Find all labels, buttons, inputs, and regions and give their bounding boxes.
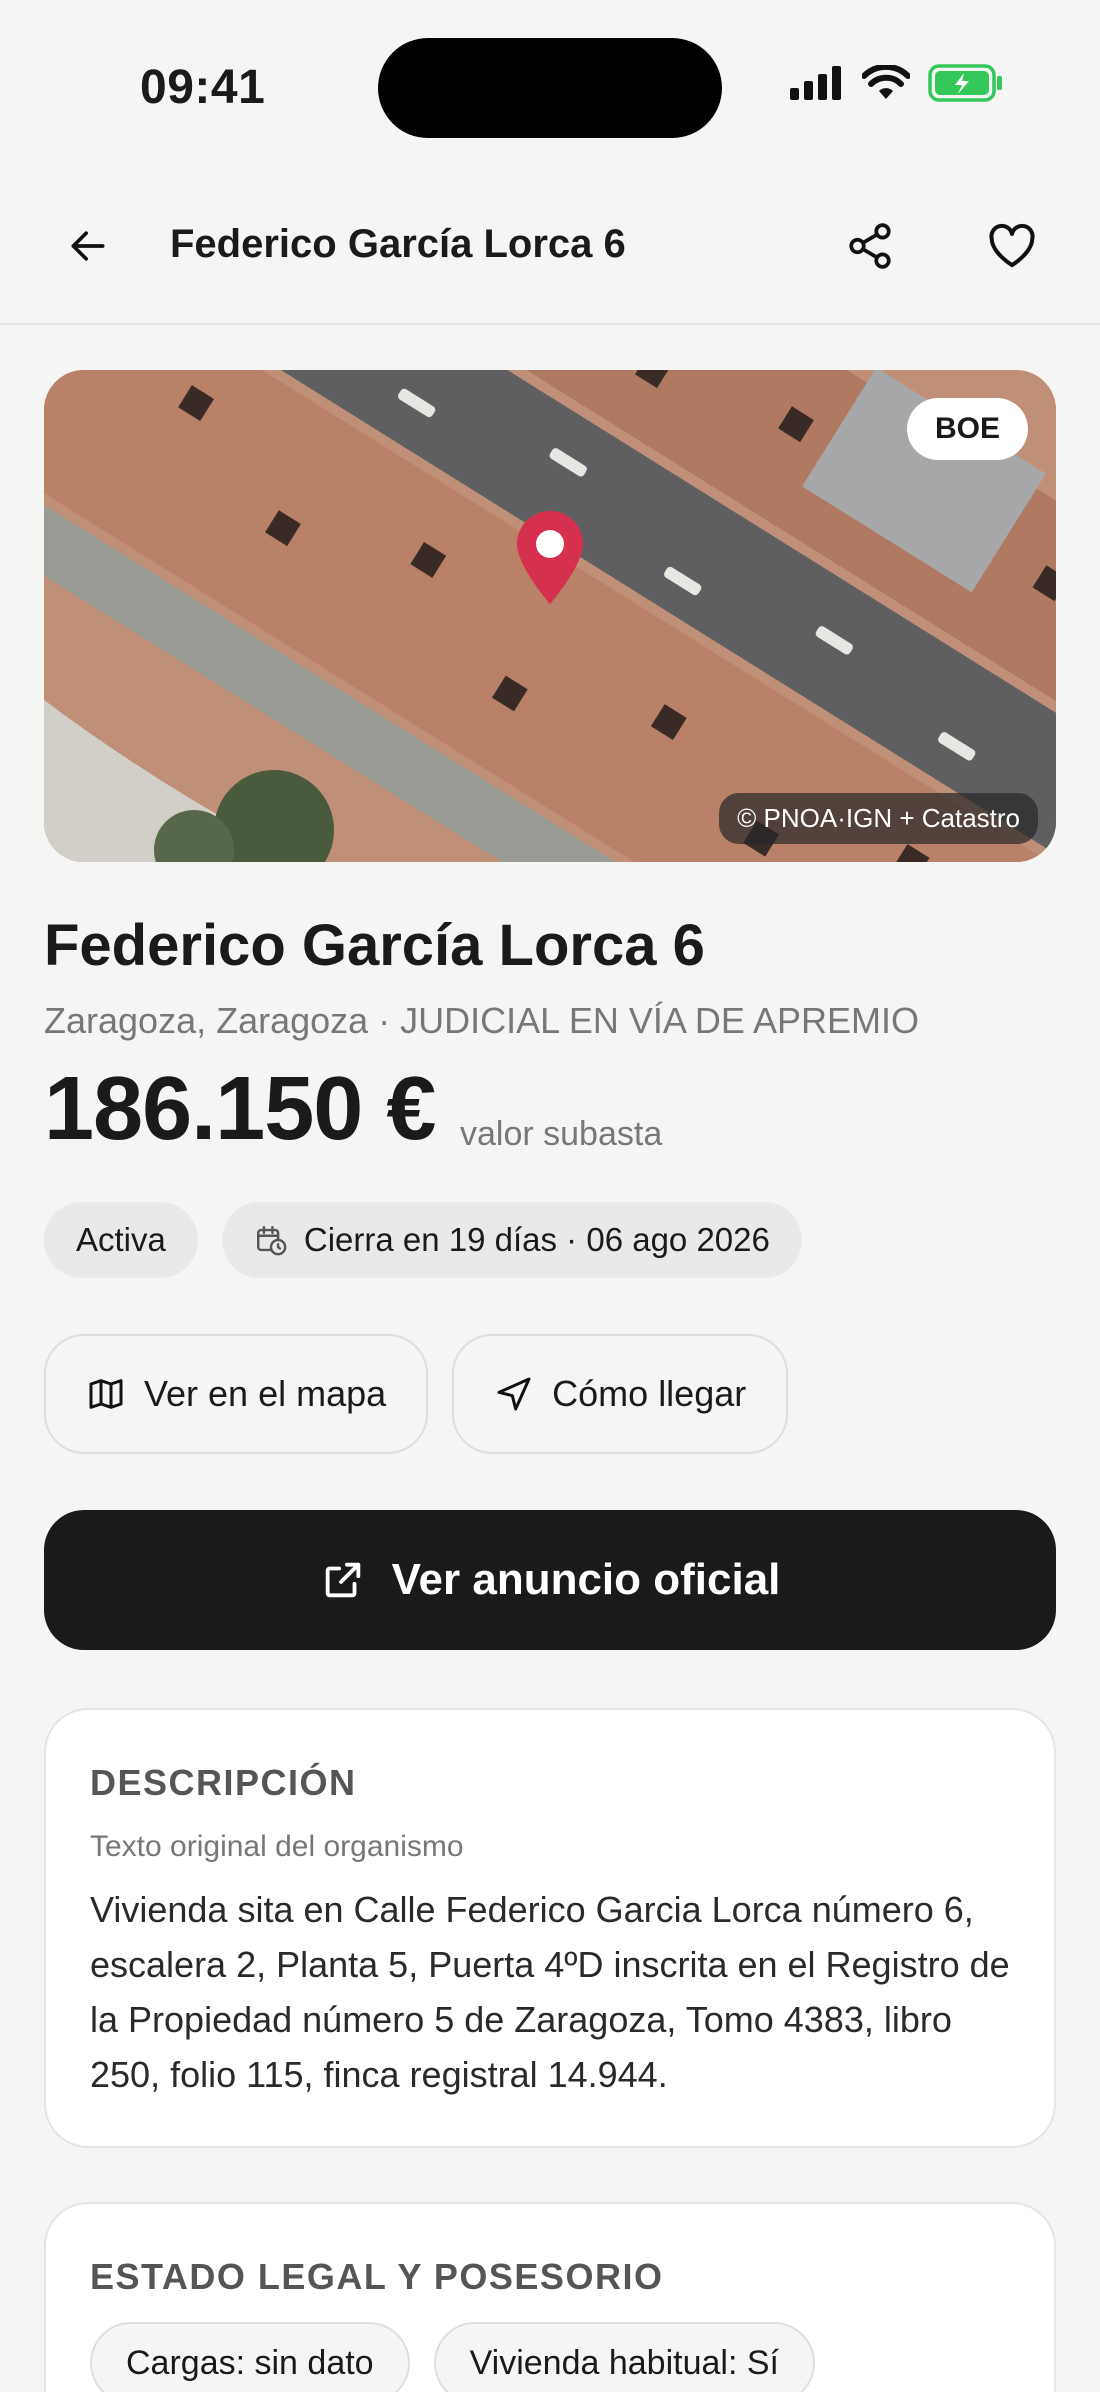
description-body: Vivienda sita en Calle Federico Garcia L… <box>90 1889 1010 2095</box>
external-link-icon <box>325 1562 360 1598</box>
description-card: DESCRIPCIÓN Texto original del organismo… <box>44 1708 1056 2148</box>
battery-icon <box>928 64 1002 102</box>
property-title: Federico García Lorca 6 <box>44 913 705 978</box>
closing-date-label: Cierra en 19 días · 06 ago 2026 <box>303 1221 770 1258</box>
header-title: Federico García Lorca 6 <box>170 222 626 266</box>
navigation-icon <box>497 1377 531 1411</box>
price-caption: valor subasta <box>460 1115 663 1153</box>
status-time: 09:41 <box>140 61 266 114</box>
status-chips: Activa Cierra en 19 días · 06 ago 2026 <box>44 1202 802 1278</box>
status-icons <box>790 64 1004 102</box>
legal-heading: ESTADO LEGAL Y POSESORIO <box>90 2256 664 2297</box>
habitual-residence-chip: Vivienda habitual: Sí <box>433 2322 815 2392</box>
back-arrow-icon <box>71 231 105 261</box>
favorite-button[interactable] <box>980 214 1044 278</box>
view-map-label: Ver en el mapa <box>144 1373 387 1414</box>
calendar-clock-icon <box>256 1226 287 1256</box>
official-listing-label: Ver anuncio oficial <box>391 1555 781 1604</box>
official-listing-button[interactable]: Ver anuncio oficial <box>44 1510 1056 1650</box>
status-bar: 09:41 <box>0 0 1100 170</box>
property-subtitle: Zaragoza, Zaragoza · JUDICIAL EN VÍA DE … <box>44 1000 919 1041</box>
action-row: Ver en el mapa Cómo llegar <box>44 1334 789 1454</box>
description-caption: Texto original del organismo <box>90 1830 464 1863</box>
heart-icon <box>989 223 1035 268</box>
source-badge: BOE <box>906 398 1028 460</box>
signal-icon <box>790 66 841 100</box>
share-button[interactable] <box>838 214 902 278</box>
map-pin-icon <box>517 511 583 604</box>
charges-chip: Cargas: sin dato <box>90 2322 410 2392</box>
satellite-map-image[interactable]: BOE © PNOA·IGN + Catastro <box>44 370 1056 862</box>
closing-date-chip: Cierra en 19 días · 06 ago 2026 <box>221 1202 802 1278</box>
map-credit: © PNOA·IGN + Catastro <box>719 793 1038 844</box>
dynamic-island <box>378 38 722 138</box>
directions-label: Cómo llegar <box>552 1373 747 1414</box>
back-button[interactable] <box>56 214 120 278</box>
directions-button[interactable]: Cómo llegar <box>452 1334 789 1454</box>
description-heading: DESCRIPCIÓN <box>90 1762 357 1803</box>
status-chip-label: Activa <box>76 1221 166 1258</box>
view-map-button[interactable]: Ver en el mapa <box>44 1334 429 1454</box>
legal-status-card: ESTADO LEGAL Y POSESORIO Cargas: sin dat… <box>44 2202 1056 2392</box>
share-icon <box>849 223 891 269</box>
status-chip: Activa <box>44 1202 198 1278</box>
wifi-icon <box>862 65 910 99</box>
property-price: 186.150 € <box>44 1059 436 1159</box>
satellite-aerial-view <box>44 370 1056 862</box>
app-header: Federico García Lorca 6 <box>0 170 1100 325</box>
map-icon <box>89 1379 123 1409</box>
legal-chips: Cargas: sin dato Vivienda habitual: Sí <box>90 2322 815 2392</box>
